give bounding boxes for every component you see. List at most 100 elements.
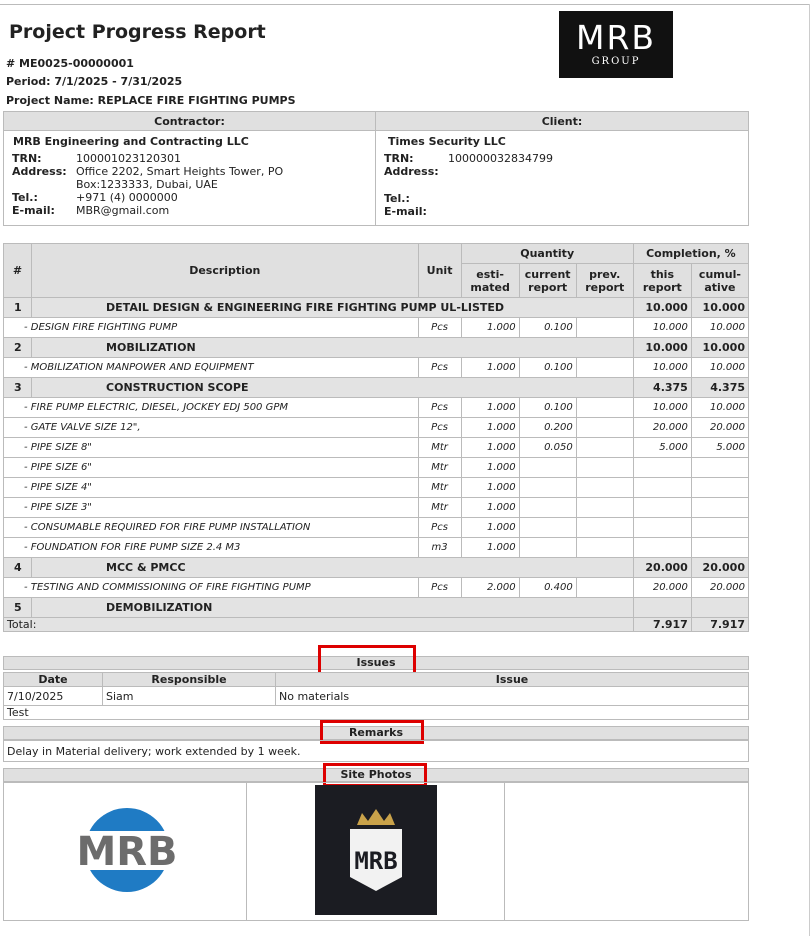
group-title: MCC & PMCC bbox=[31, 557, 634, 578]
item-cumulative bbox=[690, 497, 750, 518]
item-row: - PIPE SIZE 6" Mtr 1.000 bbox=[3, 457, 750, 478]
item-estimated: 1.000 bbox=[460, 477, 520, 498]
group-row: 5 DEMOBILIZATION bbox=[2, 597, 750, 618]
item-previous bbox=[575, 417, 634, 438]
client-address-label: Address: bbox=[384, 165, 439, 178]
item-previous bbox=[575, 437, 634, 458]
col-current: current report bbox=[518, 263, 577, 298]
company-logo: MRB GROUP bbox=[559, 11, 673, 78]
group-title: DEMOBILIZATION bbox=[31, 597, 634, 618]
photo-cell-2[interactable]: MRB bbox=[246, 782, 505, 921]
item-estimated: 1.000 bbox=[460, 317, 520, 338]
item-row: - GATE VALVE SIZE 12", Pcs 1.000 0.200 20.00… bbox=[3, 417, 750, 438]
item-description: - TESTING AND COMMISSIONING OF FIRE FIGH… bbox=[3, 577, 419, 598]
item-estimated: 1.000 bbox=[460, 537, 520, 558]
group-this-report: 10.000 bbox=[632, 337, 692, 358]
item-current: 0.200 bbox=[518, 417, 577, 438]
item-row: - PIPE SIZE 8" Mtr 1.000 0.050 5.000 5.000 bbox=[3, 437, 750, 458]
issues-table: Date Responsible Issue 7/10/2025 Siam No… bbox=[3, 672, 749, 720]
item-description: - CONSUMABLE REQUIRED FOR FIRE PUMP INST… bbox=[3, 517, 419, 538]
issues-note: Test bbox=[3, 705, 749, 720]
group-num: 2 bbox=[2, 337, 33, 358]
item-row: - MOBILIZATION MANPOWER AND EQUIPMENT Pcs… bbox=[3, 357, 750, 378]
item-cumulative: 10.000 bbox=[690, 357, 750, 378]
col-num: # bbox=[2, 243, 33, 298]
issue-text: No materials bbox=[275, 686, 749, 706]
remarks-table: Delay in Material delivery; work extende… bbox=[3, 740, 749, 762]
col-unit: Unit bbox=[417, 243, 462, 298]
logo-sub-text: GROUP bbox=[591, 56, 641, 67]
group-cumulative: 4.375 bbox=[690, 377, 750, 398]
item-estimated: 1.000 bbox=[460, 457, 520, 478]
item-current bbox=[518, 537, 577, 558]
item-current bbox=[518, 497, 577, 518]
item-this-report bbox=[632, 457, 692, 478]
photo2-text: MRB bbox=[354, 847, 397, 875]
item-cumulative bbox=[690, 537, 750, 558]
item-current bbox=[518, 477, 577, 498]
group-row: 1 DETAIL DESIGN & ENGINEERING FIRE FIGHTI… bbox=[2, 297, 750, 318]
item-row: - PIPE SIZE 3" Mtr 1.000 bbox=[3, 497, 750, 518]
item-unit: Pcs bbox=[417, 417, 462, 438]
group-row: 2 MOBILIZATION 10.000 10.000 bbox=[2, 337, 750, 358]
client-trn: 100000032834799 bbox=[448, 152, 553, 165]
issue-date: 7/10/2025 bbox=[3, 686, 103, 706]
item-unit: m3 bbox=[417, 537, 462, 558]
project-name: Project Name: REPLACE FIRE FIGHTING PUMP… bbox=[6, 94, 296, 107]
item-cumulative bbox=[690, 477, 750, 498]
item-estimated: 1.000 bbox=[460, 517, 520, 538]
issues-col-issue: Issue bbox=[275, 672, 749, 687]
col-cumulative: cumul-ative bbox=[690, 263, 750, 298]
progress-table: # Description Unit Quantity Completion, … bbox=[2, 243, 750, 632]
item-current: 0.050 bbox=[518, 437, 577, 458]
issue-responsible: Siam bbox=[102, 686, 276, 706]
item-estimated: 1.000 bbox=[460, 397, 520, 418]
group-cumulative: 20.000 bbox=[690, 557, 750, 578]
item-current: 0.100 bbox=[518, 397, 577, 418]
group-cumulative: 10.000 bbox=[690, 297, 750, 318]
report-period: Period: 7/1/2025 - 7/31/2025 bbox=[6, 75, 183, 88]
item-description: - PIPE SIZE 8" bbox=[3, 437, 419, 458]
item-row: - FOUNDATION FOR FIRE PUMP SIZE 2.4 M3 m3… bbox=[3, 537, 750, 558]
contractor-email[interactable]: MBR@gmail.com bbox=[72, 204, 306, 217]
photo-cell-1[interactable]: MRB bbox=[3, 782, 247, 921]
item-previous bbox=[575, 357, 634, 378]
contractor-trn-label: TRN: bbox=[12, 152, 42, 165]
item-description: - DESIGN FIRE FIGHTING PUMP bbox=[3, 317, 419, 338]
item-description: - PIPE SIZE 4" bbox=[3, 477, 419, 498]
item-unit: Pcs bbox=[417, 517, 462, 538]
item-unit: Pcs bbox=[417, 357, 462, 378]
parties-table: Contractor: Client: MRB Engineering and … bbox=[3, 111, 749, 226]
item-previous bbox=[575, 317, 634, 338]
col-previous: prev. report bbox=[575, 263, 634, 298]
item-cumulative: 10.000 bbox=[690, 317, 750, 338]
group-this-report: 10.000 bbox=[632, 297, 692, 318]
contractor-address-label: Address: bbox=[12, 165, 67, 178]
contractor-card: MRB Engineering and Contracting LLC TRN:… bbox=[3, 130, 376, 226]
contractor-tel-label: Tel.: bbox=[12, 191, 38, 204]
item-description: - MOBILIZATION MANPOWER AND EQUIPMENT bbox=[3, 357, 419, 378]
total-this-report: 7.917 bbox=[632, 617, 692, 632]
item-cumulative bbox=[690, 517, 750, 538]
item-this-report: 20.000 bbox=[632, 417, 692, 438]
item-unit: Pcs bbox=[417, 317, 462, 338]
total-cumulative: 7.917 bbox=[690, 617, 750, 632]
item-previous bbox=[575, 497, 634, 518]
item-description: - FOUNDATION FOR FIRE PUMP SIZE 2.4 M3 bbox=[3, 537, 419, 558]
photos-table: MRB MRB bbox=[3, 782, 749, 921]
item-current bbox=[518, 517, 577, 538]
item-previous bbox=[575, 537, 634, 558]
group-cumulative: 10.000 bbox=[690, 337, 750, 358]
remarks-text: Delay in Material delivery; work extende… bbox=[3, 740, 749, 762]
total-label: Total: bbox=[3, 617, 634, 632]
contractor-trn: 100001023120301 bbox=[76, 152, 181, 165]
item-cumulative: 20.000 bbox=[690, 417, 750, 438]
group-this-report: 20.000 bbox=[632, 557, 692, 578]
item-description: - PIPE SIZE 6" bbox=[3, 457, 419, 478]
logo-main-text: MRB bbox=[575, 18, 657, 57]
group-row: 3 CONSTRUCTION SCOPE 4.375 4.375 bbox=[2, 377, 750, 398]
item-this-report: 10.000 bbox=[632, 397, 692, 418]
group-title: MOBILIZATION bbox=[31, 337, 634, 358]
item-row: - CONSUMABLE REQUIRED FOR FIRE PUMP INST… bbox=[3, 517, 750, 538]
group-title: DETAIL DESIGN & ENGINEERING FIRE FIGHTIN… bbox=[31, 297, 634, 318]
